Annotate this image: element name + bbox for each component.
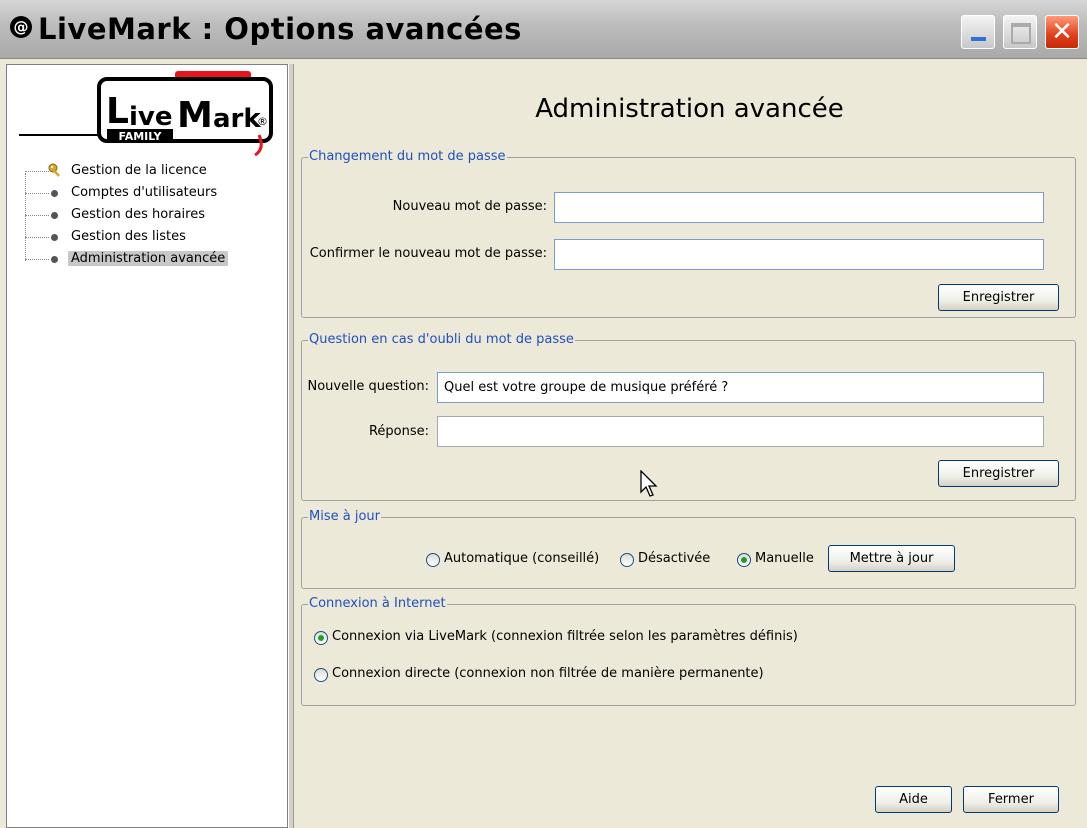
answer-field[interactable] [437,416,1044,447]
close-window-button[interactable]: ✕ [1045,15,1079,49]
update-manual-radio[interactable] [737,553,751,567]
bullet-icon [51,212,58,219]
title-bar[interactable]: @ LiveMark : Options avancées ✕ [0,0,1087,59]
save-question-button[interactable]: Enregistrer [938,460,1059,487]
confirm-password-field[interactable] [554,239,1044,270]
password-group-legend: Changement du mot de passe [308,149,507,165]
panel-splitter[interactable] [288,64,294,828]
bullet-icon [51,190,58,197]
mouse-cursor-icon [640,470,658,497]
internet-group: Connexion à Internet [301,596,1076,706]
close-icon: ✕ [1051,17,1073,47]
svg-text:ive: ive [129,102,173,132]
answer-label: Réponse: [368,424,429,439]
key-icon [48,163,60,177]
tree-branch [25,215,49,216]
svg-text:ark: ark [213,104,261,134]
update-now-button[interactable]: Mettre à jour [828,545,955,572]
maximize-button[interactable] [1003,15,1037,49]
svg-text:FAMILY: FAMILY [118,130,162,143]
connection-direct-label[interactable]: Connexion directe (connexion non filtrée… [332,666,764,681]
confirm-password-label: Confirmer le nouveau mot de passe: [309,246,547,261]
navigation-panel: L ive M ark ® FAMILY Gestion de la licen… [6,64,288,828]
svg-text:®: ® [257,115,268,128]
update-auto-radio[interactable] [426,553,440,567]
internet-group-legend: Connexion à Internet [308,596,447,612]
tree-connector [25,173,26,261]
minimize-button[interactable] [961,15,995,49]
connection-direct-radio[interactable] [314,668,328,682]
tree-item-label: Comptes d'utilisateurs [71,185,218,200]
new-question-label: Nouvelle question: [307,379,429,394]
tree-branch [25,171,49,172]
new-password-label: Nouveau mot de passe: [392,199,547,214]
update-group-legend: Mise à jour [308,509,381,525]
update-disabled-radio[interactable] [620,553,634,567]
livemark-app-icon: @ [10,16,32,38]
tree-item-label: Gestion des listes [71,229,186,244]
tree-branch [25,259,49,260]
help-button[interactable]: Aide [875,786,952,813]
update-disabled-label[interactable]: Désactivée [638,551,710,566]
security-question-legend: Question en cas d'oubli du mot de passe [308,332,575,348]
page-title: Administration avancée [535,94,844,124]
options-window: @ LiveMark : Options avancées ✕ L ive M … [0,0,1087,828]
svg-text:M: M [177,95,213,136]
connection-livemark-label[interactable]: Connexion via LiveMark (connexion filtré… [332,629,798,644]
window-title: LiveMark : Options avancées [38,12,522,46]
tree-branch [25,193,49,194]
livemark-family-logo: L ive M ark ® FAMILY [19,71,273,157]
close-button[interactable]: Fermer [963,786,1059,813]
new-question-field[interactable]: Quel est votre groupe de musique préféré… [437,372,1044,403]
update-manual-label[interactable]: Manuelle [755,551,814,566]
tree-item-label: Administration avancée [68,251,229,266]
tree-item-label: Gestion des horaires [71,207,205,222]
update-auto-label[interactable]: Automatique (conseillé) [444,551,599,566]
connection-livemark-radio[interactable] [314,631,328,645]
tree-item-label: Gestion de la licence [71,163,207,178]
bullet-icon [51,234,58,241]
svg-text:L: L [106,91,129,132]
bullet-icon [51,256,58,263]
tree-branch [25,237,49,238]
save-password-button[interactable]: Enregistrer [938,284,1059,311]
new-password-field[interactable] [554,192,1044,223]
